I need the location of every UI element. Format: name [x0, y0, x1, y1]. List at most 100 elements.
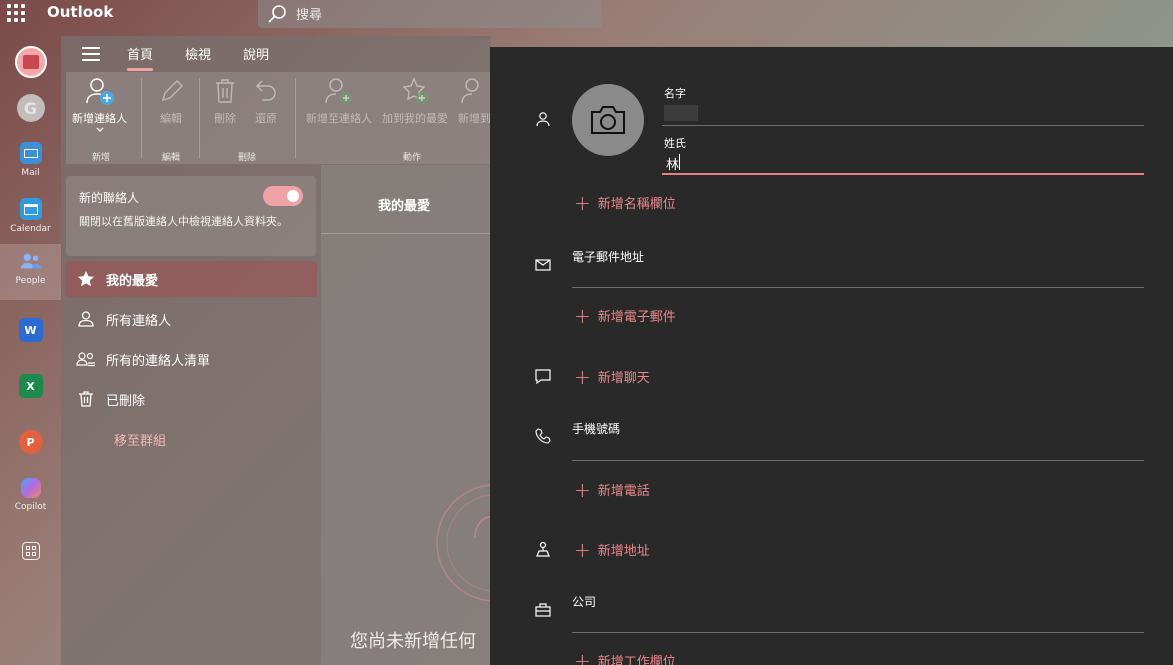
add-person-icon [325, 78, 352, 104]
nav-item-favorites[interactable]: 我的最愛 [66, 261, 317, 297]
new-contacts-toggle[interactable] [263, 186, 303, 206]
rail-mail[interactable]: Mail [0, 136, 61, 192]
last-name-label: 姓氏 [664, 137, 686, 150]
group-label-actions: 動作 [403, 153, 422, 163]
add-name-field-button[interactable]: + 新增名稱欄位 [574, 190, 676, 215]
rail-excel[interactable]: X [0, 368, 61, 424]
first-name-label: 名字 [664, 87, 686, 100]
last-name-underline [662, 173, 1144, 175]
nav-label: 所有的連絡人清單 [106, 353, 211, 369]
app-title: Outlook [47, 3, 114, 21]
person-icon [536, 112, 550, 127]
calendar-icon [19, 198, 42, 220]
email-underline[interactable] [572, 287, 1144, 288]
move-to-groups-link[interactable]: 移至群組 [114, 430, 166, 449]
divider [321, 233, 491, 234]
empty-state-illustration-icon [436, 484, 491, 602]
rail-word[interactable]: W [0, 312, 61, 368]
nav-item-all-lists[interactable]: 所有的連絡人清單 [66, 341, 317, 377]
pencil-icon [161, 80, 183, 102]
new-more-button[interactable]: 新增到 [458, 76, 491, 126]
text-caret [679, 154, 680, 170]
address-pin-icon [536, 541, 550, 557]
new-contacts-description: 關閉以在舊版連絡人中檢視連絡人資料夾。 [79, 215, 288, 228]
google-icon: G [16, 94, 45, 122]
delete-button[interactable]: 刪除 [212, 76, 238, 126]
rail-calendar[interactable]: Calendar [0, 192, 61, 248]
rail-copilot[interactable]: Copilot [0, 472, 61, 528]
group-label-edit: 編輯 [162, 153, 181, 163]
new-contact-button[interactable]: 新增連絡人 [72, 76, 127, 134]
nav-item-deleted[interactable]: 已刪除 [66, 381, 317, 417]
new-contact-label: 新增連絡人 [72, 112, 127, 125]
ribbon-separator [199, 78, 200, 158]
plus-icon: + [574, 477, 591, 502]
restore-label: 還原 [255, 112, 277, 125]
new-more-label: 新增到 [458, 112, 491, 125]
main-panel: 首頁 檢視 說明 新增連絡人 編輯 刪除 還原 新增至連絡人 加到我的最愛 新增… [61, 36, 491, 665]
rail-people[interactable]: People [0, 244, 61, 300]
copilot-icon [20, 478, 41, 498]
contact-edit-panel: 名字 姓氏 林 + 新增名稱欄位 電子郵件地址 + 新增電子郵件 + 新增聊天 手機號… [490, 47, 1173, 665]
rail-more-apps[interactable] [0, 536, 61, 592]
ribbon: 新增連絡人 編輯 刪除 還原 新增至連絡人 加到我的最愛 新增到 新增 編輯 刪… [66, 72, 491, 164]
person-icon [460, 78, 479, 104]
rail-label: Calendar [10, 224, 51, 234]
last-name-input[interactable]: 林 [666, 154, 679, 173]
chevron-down-icon[interactable] [95, 126, 105, 134]
hamburger-menu-icon[interactable] [82, 47, 100, 61]
empty-state-text: 您尚未新增任何 [350, 631, 476, 652]
company-underline[interactable] [572, 632, 1144, 633]
outlook-icon [14, 46, 47, 78]
edit-button[interactable]: 編輯 [157, 76, 185, 126]
tab-home[interactable]: 首頁 [127, 44, 154, 71]
first-name-redacted [664, 105, 698, 121]
chat-icon [535, 369, 551, 384]
contact-list-pane: 我的最愛 您尚未新增任何 [321, 165, 491, 665]
ribbon-separator [141, 78, 142, 158]
list-header: 我的最愛 [378, 199, 431, 214]
add-email-button[interactable]: + 新增電子郵件 [574, 303, 676, 328]
rail-label: People [15, 276, 46, 286]
tab-help[interactable]: 說明 [243, 44, 269, 63]
app-launcher-icon[interactable] [7, 4, 25, 22]
camera-icon [591, 106, 625, 134]
add-work-field-button[interactable]: + 新增工作欄位 [574, 651, 676, 665]
star-icon [66, 270, 106, 288]
first-name-underline [662, 125, 1144, 126]
rail-label: Mail [21, 168, 40, 178]
add-chat-button[interactable]: + 新增聊天 [574, 364, 650, 389]
add-chat-label: 新增聊天 [597, 371, 650, 386]
rail-label: Copilot [14, 502, 47, 512]
excel-icon: X [18, 374, 43, 398]
nav-label: 我的最愛 [106, 273, 159, 289]
phone-underline[interactable] [572, 460, 1144, 461]
app-rail: G Mail Calendar People W X P Copilot [0, 36, 61, 665]
ribbon-tabs: 首頁 檢視 說明 [61, 36, 491, 71]
new-contacts-card: 新的聯絡人 關閉以在舊版連絡人中檢視連絡人資料夾。 [66, 176, 316, 256]
add-to-favorites-button[interactable]: 加到我的最愛 [382, 76, 448, 126]
star-add-icon [402, 77, 428, 104]
phone-label: 手機號碼 [572, 422, 621, 436]
briefcase-icon [535, 603, 551, 617]
plus-icon: + [574, 537, 591, 562]
search-icon [268, 5, 286, 23]
add-to-contacts-button[interactable]: 新增至連絡人 [306, 76, 372, 126]
avatar-photo-button[interactable] [572, 84, 644, 156]
new-contacts-title: 新的聯絡人 [79, 191, 140, 205]
search-box[interactable]: 搜尋 [258, 0, 602, 28]
trash-icon [66, 390, 106, 408]
word-icon: W [18, 318, 43, 342]
add-address-button[interactable]: + 新增地址 [574, 537, 650, 562]
restore-button[interactable]: 還原 [253, 76, 279, 126]
trash-icon [216, 79, 234, 103]
nav-item-all-contacts[interactable]: 所有連絡人 [66, 301, 317, 337]
tab-view[interactable]: 檢視 [185, 44, 211, 63]
plus-icon: + [574, 364, 591, 389]
nav-label: 已刪除 [106, 393, 146, 409]
plus-icon: + [574, 303, 591, 328]
add-phone-button[interactable]: + 新增電話 [574, 477, 650, 502]
add-name-field-label: 新增名稱欄位 [597, 197, 676, 212]
plus-icon: + [574, 190, 591, 215]
group-label-delete: 刪除 [238, 153, 257, 163]
